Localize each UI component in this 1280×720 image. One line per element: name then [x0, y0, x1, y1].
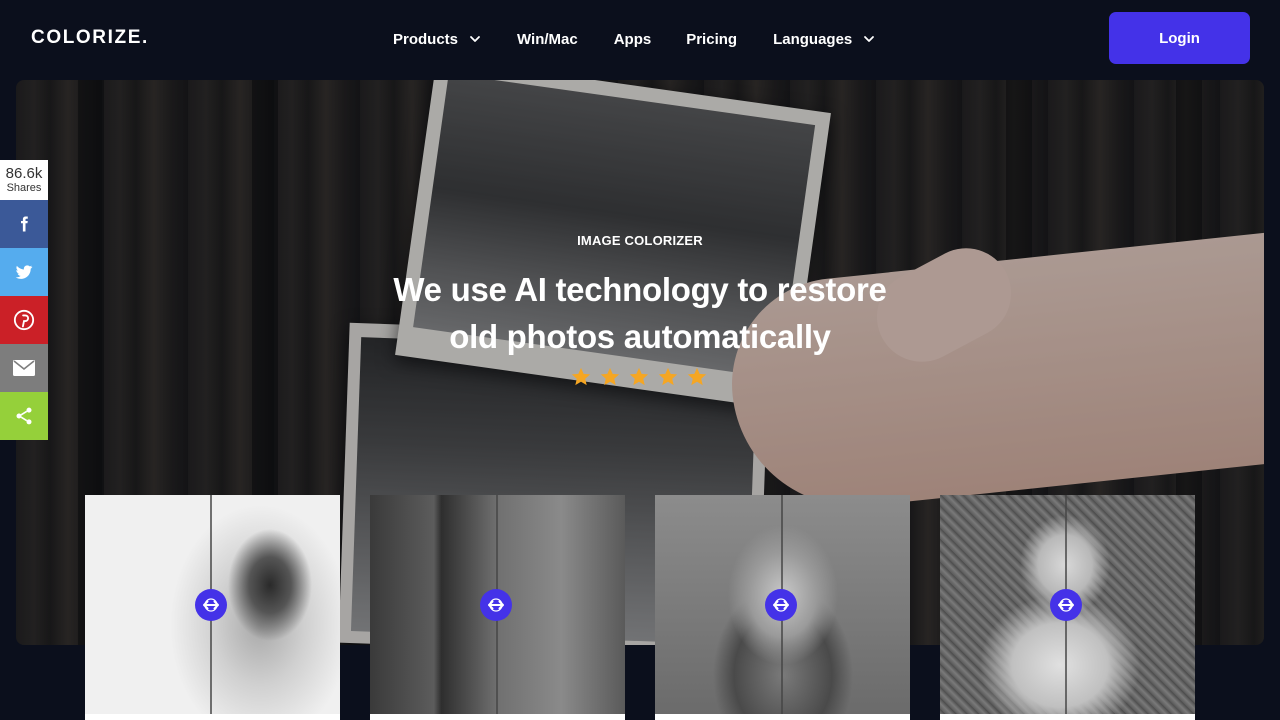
hero-title: We use AI technology to restore old phot… [16, 266, 1264, 360]
email-icon [13, 360, 35, 376]
site-header: COLORIZE. Products Win/Mac Apps Pricing … [0, 0, 1280, 80]
example-card-baby [940, 495, 1195, 720]
compare-slider-handle[interactable] [765, 589, 797, 621]
nav-languages[interactable]: Languages [773, 31, 876, 48]
star-icon [658, 367, 678, 386]
star-icon [687, 367, 707, 386]
compare-arrows-icon [203, 598, 219, 612]
share-count-number: 86.6k [5, 165, 43, 182]
nav-apps-label: Apps [613, 30, 652, 48]
main-nav: Products Win/Mac Apps Pricing Languages [393, 29, 876, 49]
nav-languages-label: Languages [773, 30, 853, 48]
compare-arrows-icon [488, 598, 504, 612]
star-icon [571, 367, 591, 386]
pinterest-icon [13, 309, 35, 331]
compare-slider-handle[interactable] [480, 589, 512, 621]
example-card-graffiti [370, 495, 625, 720]
pinterest-share-button[interactable] [0, 296, 48, 344]
nav-winmac-label: Win/Mac [517, 30, 578, 48]
facebook-icon [21, 216, 28, 232]
nav-products[interactable]: Products [393, 31, 482, 48]
chevron-down-icon [468, 32, 482, 46]
share-count: 86.6k Shares [0, 160, 48, 200]
star-icon [600, 367, 620, 386]
email-share-button[interactable] [0, 344, 48, 392]
hero-title-line-2: old photos automatically [449, 318, 831, 355]
star-rating [570, 366, 715, 388]
compare-slider-handle[interactable] [195, 589, 227, 621]
example-card-portrait [85, 495, 340, 720]
nav-pricing[interactable]: Pricing [686, 31, 737, 48]
twitter-share-button[interactable] [0, 248, 48, 296]
nav-pricing-label: Pricing [686, 30, 738, 48]
star-icon [629, 367, 649, 386]
logo[interactable]: COLORIZE. [31, 27, 149, 49]
hero-title-line-1: We use AI technology to restore [393, 271, 887, 308]
share-sidebar: 86.6k Shares [0, 160, 48, 440]
twitter-icon [15, 265, 33, 279]
example-card-bearded-man [655, 495, 910, 720]
nav-products-label: Products [393, 30, 459, 48]
compare-arrows-icon [1058, 598, 1074, 612]
facebook-share-button[interactable] [0, 200, 48, 248]
compare-slider-handle[interactable] [1050, 589, 1082, 621]
compare-arrows-icon [773, 598, 789, 612]
share-icon [16, 407, 32, 425]
hero-eyebrow: IMAGE COLORIZER [577, 233, 703, 248]
nav-winmac[interactable]: Win/Mac [517, 31, 578, 48]
share-count-label: Shares [6, 182, 42, 194]
login-button[interactable]: Login [1109, 12, 1250, 64]
chevron-down-icon [862, 32, 876, 46]
more-share-button[interactable] [0, 392, 48, 440]
nav-apps[interactable]: Apps [614, 31, 652, 48]
